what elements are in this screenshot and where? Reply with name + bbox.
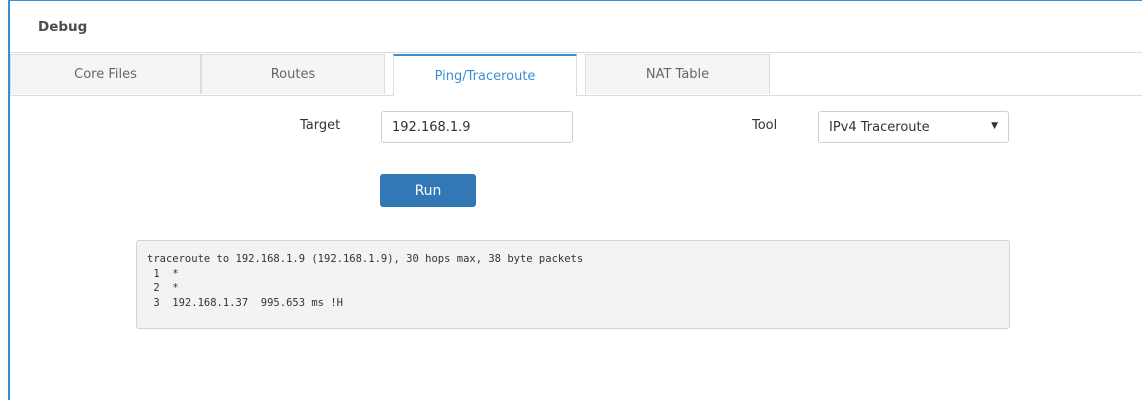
target-input[interactable]: 192.168.1.9 xyxy=(381,111,573,143)
output-line: 3 192.168.1.37 995.653 ms !H xyxy=(147,296,343,309)
output-line: 2 * xyxy=(147,282,179,294)
tool-select[interactable]: IPv4 Traceroute ▼ xyxy=(818,111,1009,143)
tab-routes[interactable]: Routes xyxy=(201,54,385,94)
tool-select-value: IPv4 Traceroute xyxy=(829,119,930,135)
tab-nat-table[interactable]: NAT Table xyxy=(585,54,770,94)
tab-ping-traceroute[interactable]: Ping/Traceroute xyxy=(393,54,577,96)
traceroute-output: traceroute to 192.168.1.9 (192.168.1.9),… xyxy=(136,240,1010,329)
target-label: Target xyxy=(300,118,341,133)
panel-border-top xyxy=(8,0,1142,1)
panel-title: Debug xyxy=(38,19,88,35)
dropdown-arrow-icon: ▼ xyxy=(991,121,998,131)
output-line: 1 * xyxy=(147,267,179,280)
run-button[interactable]: Run xyxy=(380,174,476,207)
output-line: traceroute to 192.168.1.9 (192.168.1.9),… xyxy=(147,253,584,265)
tab-core-files[interactable]: Core Files xyxy=(10,54,201,94)
tab-bar: Core Files Routes Ping/Traceroute NAT Ta… xyxy=(10,52,1142,96)
tool-label: Tool xyxy=(752,118,778,133)
